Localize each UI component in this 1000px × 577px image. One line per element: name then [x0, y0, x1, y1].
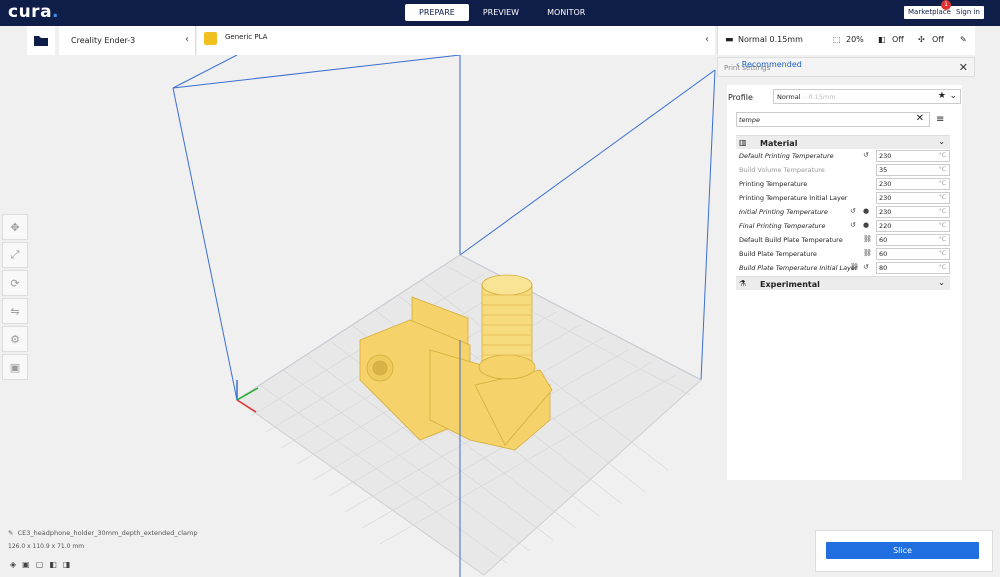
- object-dimensions: 126.0 x 110.9 x 71.0 mm: [8, 543, 85, 550]
- slice-button[interactable]: Slice: [826, 542, 979, 559]
- slice-panel: Slice: [815, 530, 993, 572]
- setting-row: Printing Temperature Initial Layer 230 °C: [736, 191, 950, 205]
- tab-preview[interactable]: PREVIEW: [469, 4, 533, 21]
- reset-icon[interactable]: ↺: [850, 207, 856, 215]
- setting-row: Printing Temperature 230 °C: [736, 177, 950, 191]
- material-selector[interactable]: Generic PLA ‹: [197, 26, 715, 55]
- setting-input[interactable]: 230 °C: [876, 206, 950, 218]
- object-name: ✎ CE3_headphone_holder_30mm_depth_extend…: [8, 529, 198, 537]
- link-icon[interactable]: ⛓: [850, 263, 859, 271]
- profile-label: Profile: [728, 93, 753, 102]
- setting-row: Final Printing Temperature ↺ ● 220 °C: [736, 219, 950, 233]
- support-blocker-icon[interactable]: ▣: [2, 354, 28, 380]
- reset-icon[interactable]: ↺: [863, 263, 869, 271]
- support-icon: ◧: [878, 35, 886, 44]
- tool-sidebar: ✥ ⤢ ⟳ ⇋ ⚙ ▣: [2, 214, 28, 382]
- chevron-left-icon: ‹: [705, 34, 709, 45]
- profile-summary: Normal 0.15mm: [738, 35, 803, 44]
- category-material[interactable]: ▥ Material ⌄: [736, 135, 950, 149]
- tab-prepare[interactable]: PREPARE: [405, 4, 469, 21]
- camera-view-buttons: ◈ ▣ ▢ ◧ ◨: [10, 560, 70, 569]
- setting-input[interactable]: 60 °C: [876, 248, 950, 260]
- link-icon[interactable]: ⛓: [863, 249, 872, 257]
- move-tool-icon[interactable]: ✥: [2, 214, 28, 240]
- link-icon[interactable]: ⛓: [863, 235, 872, 243]
- setting-input[interactable]: 230 °C: [876, 150, 950, 162]
- scale-tool-icon[interactable]: ⤢: [2, 242, 28, 268]
- setting-input[interactable]: 230 °C: [876, 178, 950, 190]
- view-left-icon[interactable]: ◧: [49, 560, 57, 569]
- function-icon[interactable]: ●: [863, 221, 869, 229]
- chevron-left-icon: ‹: [185, 34, 189, 45]
- folder-icon: [34, 36, 48, 46]
- support-value: Off: [892, 35, 904, 44]
- setting-input[interactable]: 35 °C: [876, 164, 950, 176]
- stage-tabs: PREPARE PREVIEW MONITOR: [405, 4, 599, 21]
- chevron-down-icon: ⌄: [949, 91, 957, 101]
- mirror-tool-icon[interactable]: ⇋: [2, 298, 28, 324]
- print-settings-bar[interactable]: ▬ Normal 0.15mm ⬚ 20% ◧ Off ✣ Off ✎: [717, 26, 975, 55]
- setting-row: Default Build Plate Temperature ⛓ 60 °C: [736, 233, 950, 247]
- profile-sub: - 0.15mm: [804, 93, 836, 101]
- chevron-down-icon: ⌄: [938, 278, 945, 287]
- setting-row: Initial Printing Temperature ↺ ● 230 °C: [736, 205, 950, 219]
- flask-icon: ⚗: [739, 279, 747, 288]
- rotate-tool-icon[interactable]: ⟳: [2, 270, 28, 296]
- view-top-icon[interactable]: ▢: [36, 560, 44, 569]
- infill-value: 20%: [846, 35, 864, 44]
- view-right-icon[interactable]: ◨: [63, 560, 71, 569]
- chevron-down-icon: ⌄: [938, 137, 945, 146]
- adhesion-value: Off: [932, 35, 944, 44]
- setting-row: Build Volume Temperature 35 °C: [736, 163, 950, 177]
- setting-row: Default Printing Temperature ↺ 230 °C: [736, 149, 950, 163]
- print-settings-header: Print settings ‹ Recommended ✕: [717, 57, 975, 77]
- infill-icon: ⬚: [833, 35, 841, 44]
- cura-logo: cura.: [8, 2, 60, 22]
- reset-icon[interactable]: ↺: [850, 221, 856, 229]
- profile-icon: ▬: [725, 35, 734, 45]
- setting-input[interactable]: 80 °C: [876, 262, 950, 274]
- material-icon: ▥: [739, 138, 747, 147]
- material-name: Generic PLA: [225, 33, 268, 41]
- tab-monitor[interactable]: MONITOR: [533, 4, 599, 21]
- function-icon[interactable]: ●: [863, 207, 869, 215]
- pencil-icon[interactable]: ✎: [960, 35, 967, 44]
- menu-icon[interactable]: ≡: [936, 114, 944, 125]
- adhesion-icon: ✣: [918, 35, 925, 44]
- profile-value: Normal: [777, 93, 801, 101]
- setting-input[interactable]: 60 °C: [876, 234, 950, 246]
- view-3d-icon[interactable]: ◈: [10, 560, 16, 569]
- open-file-button[interactable]: [27, 26, 55, 55]
- clear-search-icon[interactable]: ✕: [916, 113, 924, 124]
- extruder-icon: [204, 32, 217, 45]
- printer-name: Creality Ender-3: [71, 36, 136, 45]
- custom-settings-panel: Profile Normal - 0.15mm ★ ⌄ tempe ✕ ≡ ▥ …: [727, 85, 962, 480]
- close-icon[interactable]: ✕: [959, 61, 968, 74]
- settings-search-input[interactable]: tempe ✕: [736, 112, 930, 127]
- category-experimental[interactable]: ⚗ Experimental ⌄: [736, 276, 950, 290]
- setting-input[interactable]: 230 °C: [876, 192, 950, 204]
- view-front-icon[interactable]: ▣: [22, 560, 30, 569]
- setting-input[interactable]: 220 °C: [876, 220, 950, 232]
- reset-icon[interactable]: ↺: [863, 151, 869, 159]
- printer-selector[interactable]: Creality Ender-3 ‹: [59, 26, 196, 55]
- profile-dropdown[interactable]: Normal - 0.15mm ★ ⌄: [773, 89, 961, 104]
- setting-row: Build Plate Temperature ⛓ 60 °C: [736, 247, 950, 261]
- marketplace-badge: 1: [941, 0, 951, 10]
- setting-row: Build Plate Temperature Initial Layer ⛓ …: [736, 261, 950, 275]
- recommended-button[interactable]: ‹ Recommended: [736, 60, 802, 69]
- sign-in-button[interactable]: Sign in: [952, 6, 984, 19]
- per-model-settings-icon[interactable]: ⚙: [2, 326, 28, 352]
- star-icon[interactable]: ★: [938, 91, 946, 101]
- search-value: tempe: [739, 116, 761, 124]
- top-bar: cura. PREPARE PREVIEW MONITOR Marketplac…: [0, 0, 1000, 26]
